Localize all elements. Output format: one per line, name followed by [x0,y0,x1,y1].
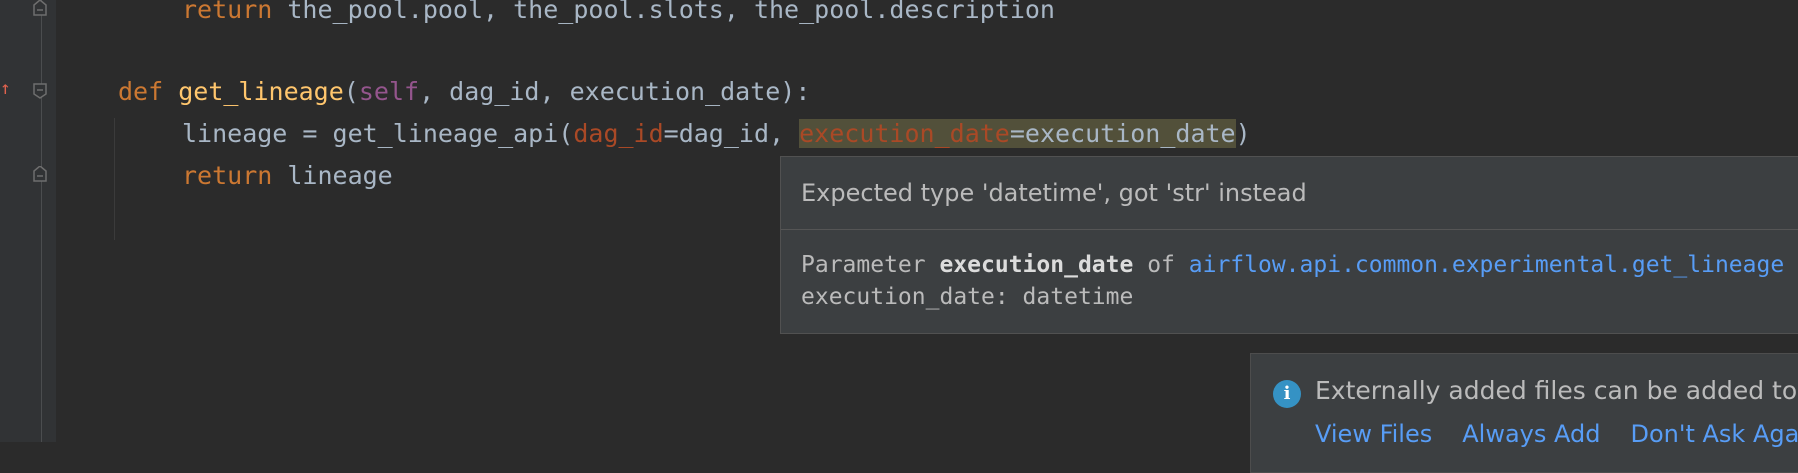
code-line-3[interactable]: lineage = get_lineage_api(dag_id=dag_id,… [182,114,1251,154]
code-text: lineage [272,161,393,190]
close-paren: ) [1235,119,1251,148]
code-text: , dag_id, execution_date): [419,77,811,106]
keyword-def: def [118,77,164,106]
code-line-2[interactable]: def get_lineage(self, dag_id, execution_… [118,72,810,112]
inspection-tooltip: Expected type 'datetime', got 'str' inst… [780,156,1798,334]
always-add-link[interactable]: Always Add [1462,420,1600,448]
code-text: the_pool.pool, the_pool.slots, the_pool.… [272,0,1055,24]
editor-gutter [0,0,56,442]
param-link[interactable]: airflow.api.common.experimental.get_line… [1189,252,1784,278]
notification-message: Externally added files can be added to G… [1315,376,1798,405]
gutter-divider [41,0,42,442]
code-line-1[interactable]: return the_pool.pool, the_pool.slots, th… [182,0,1055,30]
fold-start-icon[interactable] [33,83,47,99]
code-line-4[interactable]: return lineage [182,156,393,196]
tooltip-body: Parameter execution_date of airflow.api.… [801,249,1798,313]
dont-ask-again-link[interactable]: Don't Ask Again [1630,420,1798,448]
notification-actions: View Files Always Add Don't Ask Again [1315,420,1798,448]
keyword-return: return [182,0,273,24]
info-icon: i [1273,380,1301,408]
view-files-link[interactable]: View Files [1315,420,1432,448]
indent-guide [114,118,115,240]
open-paren: ( [343,77,359,106]
param-signature: execution_date: datetime [801,284,1134,310]
tooltip-title: Expected type 'datetime', got 'str' inst… [781,157,1798,230]
self-param: self [358,77,420,106]
code-text: =execution_date [1009,119,1236,148]
keyword-arg-execution-date: execution_date [799,119,1010,148]
keyword-arg-dag-id: dag_id [573,119,664,148]
fold-end-icon[interactable] [33,166,47,182]
git-notification: i Externally added files can be added to… [1250,353,1798,473]
fold-end-icon[interactable] [33,0,47,16]
function-name: get_lineage [178,77,344,106]
code-text: lineage = get_lineage_api( [182,119,574,148]
code-text: =dag_id, [663,119,800,148]
param-prefix: Parameter [801,252,940,278]
keyword-return: return [182,161,273,190]
warning-highlight[interactable]: execution_date=execution_date [799,119,1236,148]
param-of: of [1133,252,1189,278]
param-name: execution_date [939,252,1134,278]
override-marker-icon[interactable]: ↑ [0,78,11,100]
